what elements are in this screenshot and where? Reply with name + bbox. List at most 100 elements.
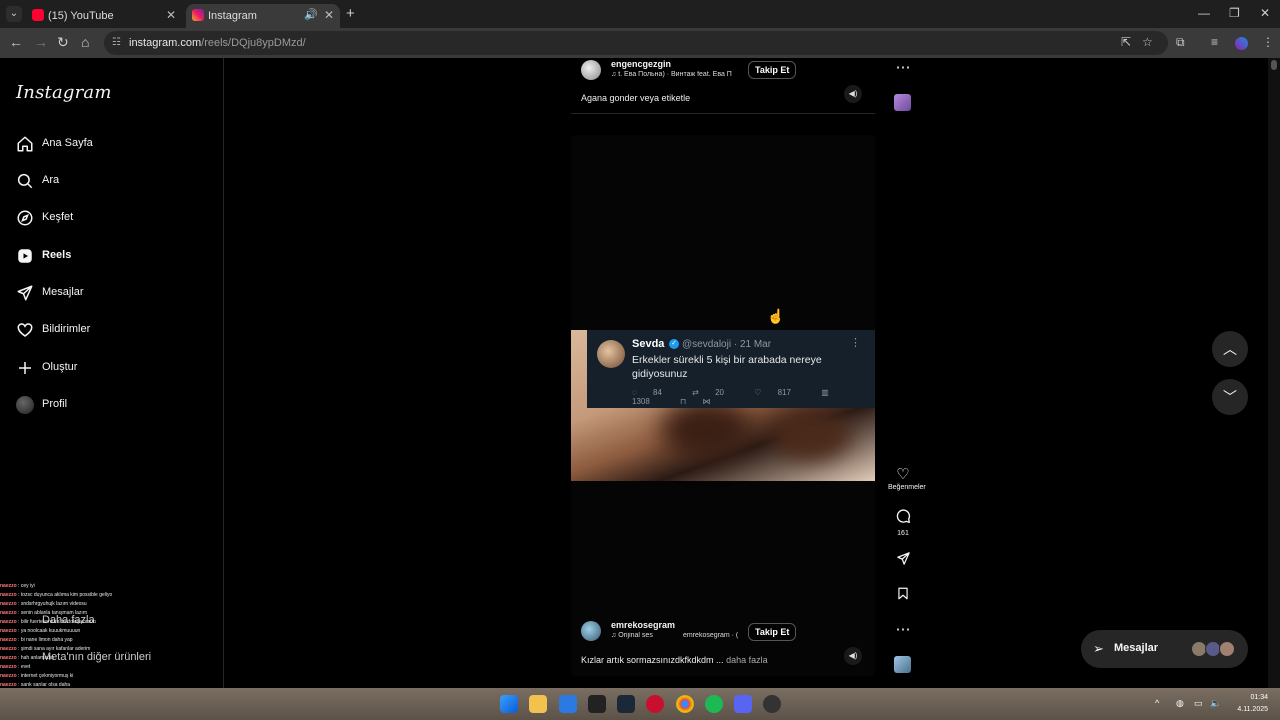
sidebar-item-search[interactable]: Ara [14, 164, 210, 198]
valorant-icon[interactable] [646, 695, 664, 713]
back-icon[interactable]: ← [9, 34, 23, 50]
tweet-card: Sevda ✓ @sevdaloji · 21 Mar ⋮ Erkekler s… [587, 330, 875, 408]
start-icon[interactable] [500, 695, 518, 713]
menu-icon[interactable]: ⋮ [1262, 35, 1274, 49]
tweet-stats: ◌ 84 ⇄ 20 ♡ 817 ▥ 1308 ⊓ ⋈ [632, 388, 875, 406]
sidebar-item-label: Reels [42, 249, 72, 261]
share-button[interactable] [888, 551, 918, 571]
obs-icon[interactable] [763, 695, 781, 713]
media-icon[interactable]: ≡ [1211, 35, 1218, 49]
audio-thumbnail[interactable] [894, 656, 911, 673]
chat-nick: naezzo [0, 637, 17, 643]
audio-thumbnail[interactable] [894, 94, 911, 111]
comment-button[interactable]: 161 [888, 508, 918, 537]
new-tab-button[interactable]: + [346, 5, 355, 22]
site-info-icon[interactable]: ☷ [112, 37, 121, 48]
volume-icon[interactable]: ◀) [844, 647, 862, 665]
mouse-cursor: ☝ [767, 308, 785, 324]
sidebar-item-messages[interactable]: Mesajlar [14, 276, 210, 310]
messages-button[interactable]: ➢ Mesajlar [1081, 630, 1248, 668]
volume-icon[interactable]: 🔈 [1210, 698, 1221, 709]
network-icon[interactable]: ▭ [1194, 698, 1203, 709]
comment-count: 161 [897, 530, 909, 537]
video-blur [661, 400, 751, 460]
store-icon[interactable] [559, 695, 577, 713]
cast-icon[interactable]: ⇱ [1121, 35, 1131, 49]
reel-username[interactable]: emrekosegram [611, 620, 675, 630]
views-icon: ▥ [821, 388, 829, 397]
chat-nick: naezzo [0, 619, 17, 625]
follow-button[interactable]: Takip Et [748, 623, 797, 641]
follow-button[interactable]: Takip Et [748, 61, 797, 79]
home-icon[interactable]: ⌂ [81, 34, 89, 50]
bookmark-star-icon[interactable]: ☆ [1142, 35, 1153, 49]
tab-youtube[interactable]: (15) YouTube ✕ [26, 4, 182, 28]
sidebar-item-reels[interactable]: Reels [14, 239, 210, 273]
extensions-icon[interactable]: ⧉ [1176, 35, 1185, 50]
speaker-icon[interactable]: 🔊 [304, 8, 318, 21]
sidebar-item-create[interactable]: Oluştur [14, 351, 210, 385]
address-bar[interactable]: ☷ instagram.com/reels/DQju8ypDMzd/ [104, 31, 1168, 55]
tray-chevron-icon[interactable]: ^ [1155, 698, 1159, 708]
sidebar-item-home[interactable]: Ana Sayfa [14, 127, 210, 161]
like-button[interactable]: ♡ Beğenmeler [888, 465, 926, 491]
sidebar-item-profile[interactable]: Profil [14, 388, 210, 422]
profile-avatar[interactable] [1235, 37, 1248, 50]
restore-button[interactable]: ❐ [1229, 6, 1240, 20]
instagram-logo[interactable]: Instagram [16, 82, 112, 103]
avatar[interactable] [581, 60, 601, 80]
spotify-icon[interactable] [705, 695, 723, 713]
sidebar-item-label: Keşfet [42, 211, 74, 223]
chat-message: naezzo : şimdi sana ayır kafanlar aderim [0, 646, 91, 652]
close-icon[interactable]: ✕ [324, 8, 334, 22]
bookmark-icon [898, 587, 908, 600]
chat-message: naezzo : evet [0, 664, 31, 670]
audio-track-secondary[interactable]: emrekosegram · ( [683, 632, 747, 639]
reload-icon[interactable]: ↻ [57, 34, 69, 51]
avatar[interactable] [581, 621, 601, 641]
close-window-button[interactable]: ✕ [1260, 6, 1270, 20]
next-reel-button[interactable]: ﹀ [1212, 379, 1248, 415]
epic-games-icon[interactable] [588, 695, 606, 713]
file-explorer-icon[interactable] [529, 695, 547, 713]
previous-reel-button[interactable]: ︿ [1212, 331, 1248, 367]
tray-app-icon[interactable]: ◍ [1176, 698, 1184, 709]
prev-reel-more[interactable]: ⋯ [888, 58, 918, 77]
save-button[interactable] [888, 586, 918, 606]
chat-text: internet çekmiyormuş ki [20, 673, 74, 679]
sidebar-item-label: Ara [42, 174, 60, 186]
chat-message: naezzo : hah anlamadın [0, 655, 54, 661]
sidebar-item-notifications[interactable]: Bildirimler [14, 313, 210, 347]
close-icon[interactable]: ✕ [166, 8, 176, 22]
chat-nick: naezzo [0, 610, 17, 616]
caption-more-link[interactable]: daha fazla [726, 655, 768, 665]
tab-instagram[interactable]: Instagram 🔊 ✕ [186, 4, 340, 28]
audio-track[interactable]: ♫ Orijinal ses [611, 632, 671, 639]
retweet-count: ⇄ 20 [692, 388, 724, 397]
plus-icon [19, 362, 31, 374]
reel-username[interactable]: engencgezgin [611, 59, 671, 69]
sidebar-item-explore[interactable]: Keşfet [14, 201, 210, 235]
search-icon [17, 173, 33, 189]
reel-video[interactable]: Sevda ✓ @sevdaloji · 21 Mar ⋮ Erkekler s… [571, 135, 875, 676]
chat-nick: naezzo [0, 601, 17, 607]
audio-track[interactable]: ♫ t. Ева Польна) · Винтаж feat. Ева П [611, 71, 745, 78]
chat-message: naezzo : ya noolcaak kuuukmuuuun [0, 628, 81, 634]
tweet-text: Erkekler sürekli 5 kişi bir arabada nere… [632, 354, 822, 380]
reel-more-button[interactable]: ⋯ [888, 620, 918, 639]
discord-icon[interactable] [734, 695, 752, 713]
forward-icon[interactable]: → [34, 34, 48, 50]
tab-search-button[interactable]: ⌄ [6, 6, 22, 22]
scrollbar-thumb[interactable] [1271, 60, 1277, 70]
minimize-button[interactable]: — [1198, 6, 1210, 20]
video-blur [771, 410, 851, 460]
scrollbar[interactable] [1268, 58, 1280, 688]
steam-icon[interactable] [617, 695, 635, 713]
video-frame: Sevda ✓ @sevdaloji · 21 Mar ⋮ Erkekler s… [571, 330, 875, 481]
chrome-icon[interactable] [676, 695, 694, 713]
volume-icon[interactable]: ◀) [844, 85, 862, 103]
paper-plane-icon: ➢ [1093, 641, 1104, 656]
chat-message: naezzo : tozsc duyunca aklıma kim possib… [0, 592, 113, 598]
clock[interactable]: 01:34 4.11.2025 [1237, 692, 1268, 716]
verified-icon: ✓ [669, 339, 679, 349]
